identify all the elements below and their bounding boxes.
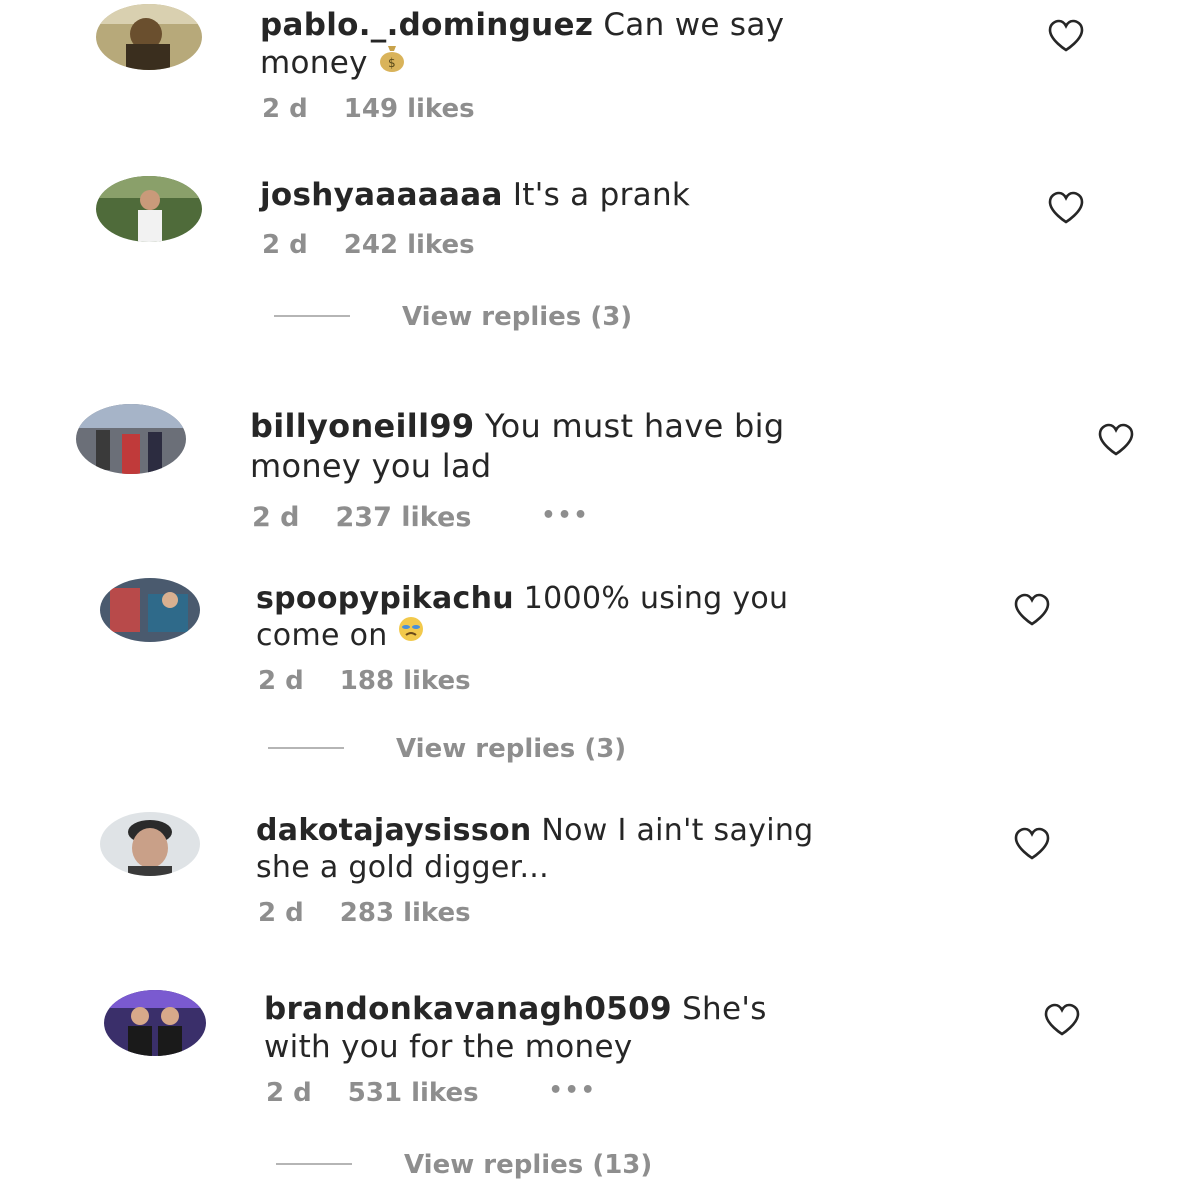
money-bag-icon: $ xyxy=(378,42,406,81)
like-heart-icon[interactable] xyxy=(1096,422,1136,458)
comment-meta: 2 d 237 likes ••• xyxy=(252,502,590,533)
username[interactable]: billyoneill99 xyxy=(250,407,474,445)
timestamp: 2 d xyxy=(252,502,300,533)
like-heart-icon[interactable] xyxy=(1012,826,1052,862)
like-heart-icon[interactable] xyxy=(1042,1002,1082,1038)
timestamp: 2 d xyxy=(258,666,304,696)
replies-divider xyxy=(276,1162,352,1165)
more-options-icon[interactable]: ••• xyxy=(541,503,589,528)
view-replies-label[interactable]: View replies (3) xyxy=(396,734,626,764)
comment-text: pablo._.dominguez Can we say money $ xyxy=(260,6,960,84)
comment-body: Now I ain't saying xyxy=(541,813,814,848)
likes-count[interactable]: 283 likes xyxy=(340,898,471,928)
comment-text: joshyaaaaaaa It's a prank xyxy=(260,176,960,214)
comment-body-line2: with you for the money xyxy=(264,1029,633,1065)
likes-count[interactable]: 242 likes xyxy=(344,230,475,260)
view-replies-button[interactable]: View replies (13) xyxy=(276,1150,652,1180)
likes-count[interactable]: 149 likes xyxy=(344,94,475,124)
comment-meta: 2 d 283 likes xyxy=(258,898,471,928)
timestamp: 2 d xyxy=(262,94,308,124)
view-replies-label[interactable]: View replies (13) xyxy=(404,1150,652,1180)
comment-body-line2: she a gold digger... xyxy=(256,850,549,885)
avatar[interactable] xyxy=(76,404,186,474)
comment-body: 1000% using you xyxy=(523,581,789,616)
svg-text:$: $ xyxy=(388,56,396,70)
likes-count[interactable]: 531 likes xyxy=(348,1078,479,1108)
comment-meta: 2 d 242 likes xyxy=(262,230,475,260)
username[interactable]: spoopypikachu xyxy=(256,581,514,616)
comment-body-line2: money you lad xyxy=(250,447,492,485)
avatar[interactable] xyxy=(100,812,200,876)
username[interactable]: joshyaaaaaaa xyxy=(260,177,503,213)
comment-body: Can we say xyxy=(603,7,785,43)
view-replies-label[interactable]: View replies (3) xyxy=(402,302,632,332)
username[interactable]: brandonkavanagh0509 xyxy=(264,991,672,1027)
avatar[interactable] xyxy=(96,176,202,242)
avatar[interactable] xyxy=(100,578,200,642)
more-options-icon[interactable]: ••• xyxy=(549,1078,597,1103)
comment-body-line2: come on xyxy=(256,618,388,653)
comment-body: She's xyxy=(682,991,767,1027)
comment-text: spoopypikachu 1000% using you come on xyxy=(256,580,976,655)
username[interactable]: pablo._.dominguez xyxy=(260,7,593,43)
replies-divider xyxy=(268,746,344,749)
comment-body: It's a prank xyxy=(512,177,691,213)
comment-text: dakotajaysisson Now I ain't saying she a… xyxy=(256,812,976,886)
comment-text: brandonkavanagh0509 She's with you for t… xyxy=(264,990,1004,1066)
comment-text: billyoneill99 You must have big money yo… xyxy=(250,406,1010,486)
comment-meta: 2 d 188 likes xyxy=(258,666,471,696)
like-heart-icon[interactable] xyxy=(1012,592,1052,628)
avatar[interactable] xyxy=(104,990,206,1056)
comment-body-line2: money xyxy=(260,45,368,81)
comment-meta: 2 d 531 likes ••• xyxy=(266,1078,597,1108)
replies-divider xyxy=(274,314,350,317)
like-heart-icon[interactable] xyxy=(1046,190,1086,226)
timestamp: 2 d xyxy=(266,1078,312,1108)
timestamp: 2 d xyxy=(262,230,308,260)
likes-count[interactable]: 237 likes xyxy=(336,502,472,533)
view-replies-button[interactable]: View replies (3) xyxy=(274,302,632,332)
avatar[interactable] xyxy=(96,4,202,70)
like-heart-icon[interactable] xyxy=(1046,18,1086,54)
username[interactable]: dakotajaysisson xyxy=(256,813,532,848)
comment-body: You must have big xyxy=(484,407,785,445)
timestamp: 2 d xyxy=(258,898,304,928)
comment-meta: 2 d 149 likes xyxy=(262,94,475,124)
view-replies-button[interactable]: View replies (3) xyxy=(268,734,626,764)
crying-face-icon xyxy=(397,615,425,652)
likes-count[interactable]: 188 likes xyxy=(340,666,471,696)
